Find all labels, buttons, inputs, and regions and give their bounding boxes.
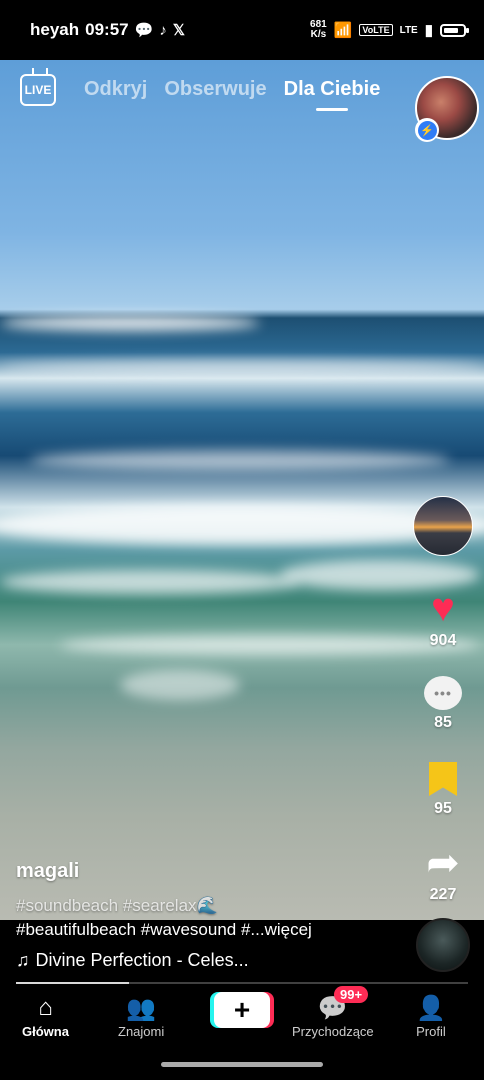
music-note-icon: ♫ [16,950,30,970]
status-bar: heyah 09:57 💬 ♪ 𝕏 681 K/s 📶 VoLTE LTE ▮ [0,0,484,60]
tab-obserwuje[interactable]: Obserwuje [164,78,266,101]
nav-profile[interactable]: 👤 Profil [416,992,446,1040]
share-button[interactable]: ➦ 227 [426,841,460,904]
feed-tabs: Odkryj Obserwuje Dla Ciebie [84,78,380,111]
volte-badge: VoLTE [359,24,393,36]
video-progress-bar[interactable] [16,982,468,984]
hashtags-line-1: #soundbeach #searelax🌊 [16,896,218,915]
comment-button[interactable]: ••• 85 [424,676,462,732]
comment-icon: ••• [424,676,462,710]
profile-icon: 👤 [416,994,446,1022]
video-caption: magali #soundbeach #searelax🌊 #beautiful… [16,860,396,940]
carrier-label: heyah [30,20,80,39]
messenger-icon: ⚡ [415,118,439,142]
bookmark-icon [429,762,457,796]
hashtags-line-2: #beautifulbeach #wavesound #...więcej [16,920,312,939]
wifi-icon: 📶 [333,22,353,39]
home-icon: ⌂ [38,994,53,1021]
tab-dla-ciebie[interactable]: Dla Ciebie [284,78,380,111]
music-label[interactable]: ♫ Divine Perfection - Celes... [16,950,249,971]
create-button[interactable]: + [214,992,270,1028]
nav-home[interactable]: ⌂ Główna [22,992,69,1039]
creator-avatar[interactable] [413,496,473,556]
lte-label: LTE [399,24,418,36]
battery-icon [440,23,469,37]
music-disc[interactable] [416,918,470,972]
more-link[interactable]: ...więcej [250,920,311,939]
creator-username[interactable]: magali [16,860,396,883]
like-count: 904 [429,632,457,649]
share-icon: ➦ [426,841,460,885]
tab-odkryj[interactable]: Odkryj [84,78,147,101]
like-button[interactable]: ♥ 904 [430,588,457,650]
comment-count: 85 [434,714,452,731]
x-icon: 𝕏 [172,22,185,39]
music-title: Divine Perfection - Celes... [35,950,249,970]
save-button[interactable]: 95 [429,762,457,818]
action-sidebar: ♥ 904 ••• 85 95 ➦ 227 [412,496,474,904]
save-count: 95 [434,800,452,817]
nav-friends[interactable]: 👥 Znajomi [118,992,164,1040]
network-speed: 681 K/s [310,19,327,40]
live-icon[interactable]: LIVE [20,74,56,106]
share-count: 227 [429,886,457,903]
home-indicator [161,1062,323,1067]
tiktok-icon: ♪ [159,21,167,39]
signal-icon: ▮ [424,22,433,39]
heart-icon: ♥ [431,586,455,630]
clock: 09:57 [85,20,129,39]
inbox-badge: 99+ [334,986,369,1003]
message-icon: 💬 [134,22,154,39]
top-navigation: LIVE Odkryj Obserwuje Dla Ciebie [0,72,484,140]
friends-icon: 👥 [126,994,157,1022]
